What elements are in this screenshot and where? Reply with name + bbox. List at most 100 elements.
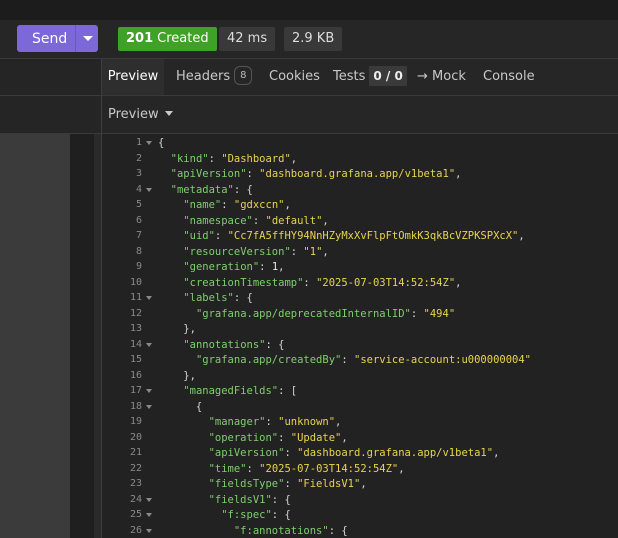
json-string: "dashboard.grafana.app/v1beta1" bbox=[297, 447, 494, 459]
code-line: 1{ bbox=[102, 137, 618, 153]
preview-mode-dropdown[interactable]: Preview bbox=[108, 96, 173, 133]
json-key: "grafana.app/deprecatedInternalID" bbox=[195, 307, 411, 320]
response-tabs: Preview Headers 8 Cookies Tests 0 / 0 → Mo… bbox=[102, 59, 618, 96]
fold-chevron-icon[interactable] bbox=[146, 528, 152, 533]
json-punctuation: : { bbox=[233, 183, 253, 196]
json-punctuation: : bbox=[259, 261, 272, 273]
code-text: "annotations": { bbox=[158, 339, 284, 351]
json-punctuation bbox=[158, 215, 183, 227]
line-number: 10 bbox=[129, 276, 142, 288]
tab-preview[interactable]: Preview bbox=[102, 59, 164, 95]
fold-chevron-icon[interactable] bbox=[146, 389, 152, 393]
json-punctuation bbox=[158, 509, 221, 521]
code-text: "managedFields": [ bbox=[158, 385, 297, 397]
json-string: "2025-07-03T14:52:54Z" bbox=[259, 462, 399, 475]
json-punctuation bbox=[158, 525, 234, 537]
code-line: 23 "fieldsType": "FieldsV1", bbox=[102, 478, 618, 494]
code-line: 18 { bbox=[102, 401, 618, 417]
code-text: "namespace": "default", bbox=[158, 214, 329, 227]
json-punctuation: , bbox=[518, 230, 525, 242]
fold-chevron-icon[interactable] bbox=[146, 513, 152, 517]
status-text: Created bbox=[157, 31, 209, 46]
code-line: 5 "name": "gdxccn", bbox=[102, 199, 618, 215]
fold-chevron-icon[interactable] bbox=[146, 404, 152, 409]
json-punctuation bbox=[158, 339, 183, 351]
code-text: "f:annotations": { bbox=[158, 525, 348, 537]
tab-headers[interactable]: Headers 8 bbox=[176, 59, 253, 95]
status-code: 201 bbox=[126, 31, 154, 46]
json-punctuation bbox=[158, 261, 183, 273]
code-text: "metadata": { bbox=[158, 184, 253, 196]
code-line: 15 "grafana.app/createdBy": "service-acc… bbox=[102, 354, 618, 370]
code-line: 25 "f:spec": { bbox=[102, 509, 618, 525]
json-key: "apiVersion" bbox=[208, 447, 285, 459]
line-number: 19 bbox=[129, 416, 142, 427]
line-number: 21 bbox=[129, 447, 142, 458]
code-text: "time": "2025-07-03T14:52:54Z", bbox=[158, 463, 405, 475]
code-text: "apiVersion": "dashboard.grafana.app/v1b… bbox=[158, 168, 462, 180]
json-punctuation bbox=[158, 153, 171, 165]
code-text: "resourceVersion": "1", bbox=[158, 245, 329, 258]
code-line: 26 "f:annotations": { bbox=[102, 525, 618, 538]
json-punctuation bbox=[158, 385, 183, 397]
json-punctuation bbox=[158, 432, 209, 444]
code-line: 3 "apiVersion": "dashboard.grafana.app/v… bbox=[102, 168, 618, 184]
line-number: 7 bbox=[135, 230, 142, 241]
window-top-strip bbox=[0, 0, 618, 21]
code-text: "operation": "Update", bbox=[158, 432, 348, 444]
json-punctuation: , bbox=[455, 276, 462, 289]
response-size-badge: 2.9 KB bbox=[284, 27, 343, 51]
line-number: 13 bbox=[129, 323, 142, 334]
tab-console[interactable]: Console bbox=[483, 59, 535, 95]
json-punctuation: , bbox=[335, 416, 342, 428]
json-key: "time" bbox=[208, 462, 247, 475]
json-punctuation bbox=[158, 447, 209, 459]
chevron-down-icon bbox=[164, 111, 173, 116]
line-number: 8 bbox=[135, 245, 142, 257]
json-key: "creationTimestamp" bbox=[183, 276, 304, 289]
response-json-viewer[interactable]: 1{2 "kind": "Dashboard", 3 "apiVersion": … bbox=[102, 134, 618, 538]
code-line: 8 "resourceVersion": "1", bbox=[102, 246, 618, 262]
tab-cookies[interactable]: Cookies bbox=[269, 59, 320, 95]
code-text: "kind": "Dashboard", bbox=[158, 153, 297, 165]
line-number: 25 bbox=[129, 509, 142, 520]
json-punctuation: , bbox=[322, 214, 329, 227]
fold-chevron-icon[interactable] bbox=[146, 296, 152, 300]
json-string: "Dashboard" bbox=[221, 152, 291, 165]
fold-chevron-icon[interactable] bbox=[146, 342, 152, 347]
tab-mock[interactable]: → Mock bbox=[417, 59, 466, 95]
line-number: 16 bbox=[129, 369, 142, 381]
line-number: 20 bbox=[129, 431, 142, 443]
json-punctuation: : bbox=[246, 462, 260, 475]
json-punctuation: : bbox=[410, 307, 424, 320]
request-scrollbar[interactable] bbox=[94, 134, 101, 538]
response-time-badge: 42 ms bbox=[219, 27, 276, 51]
code-line: 14 "annotations": { bbox=[102, 339, 618, 355]
send-button[interactable]: Send bbox=[17, 25, 98, 52]
json-punctuation: : { bbox=[271, 509, 291, 521]
code-text: }, bbox=[158, 323, 196, 335]
json-key: "fieldsType" bbox=[208, 478, 285, 490]
line-number: 1 bbox=[135, 137, 142, 148]
json-punctuation: , bbox=[322, 245, 329, 258]
json-punctuation: : bbox=[278, 431, 291, 444]
request-bar: Send 201 Created 42 ms 2.9 KB bbox=[0, 20, 618, 59]
line-number: 5 bbox=[135, 199, 142, 210]
request-editor-area[interactable] bbox=[0, 134, 70, 538]
fold-chevron-icon[interactable] bbox=[146, 187, 152, 192]
json-punctuation: : [ bbox=[278, 385, 298, 397]
json-punctuation: , bbox=[493, 447, 500, 459]
fold-chevron-icon[interactable] bbox=[146, 141, 152, 145]
fold-chevron-icon[interactable] bbox=[146, 497, 152, 502]
json-punctuation: : { bbox=[265, 338, 285, 351]
code-text: "f:spec": { bbox=[158, 509, 291, 521]
tab-tests[interactable]: Tests 0 / 0 bbox=[333, 59, 407, 95]
json-punctuation: : bbox=[246, 168, 260, 180]
json-punctuation: , bbox=[284, 199, 291, 211]
code-line: 7 "uid": "Cc7fA5ffHY94NnHZyMxXvFlpFtOmkK… bbox=[102, 230, 618, 246]
code-line: 17 "managedFields": [ bbox=[102, 385, 618, 401]
chevron-down-icon[interactable] bbox=[83, 36, 93, 41]
code-line: 9 "generation": 1, bbox=[102, 261, 618, 277]
line-number: 12 bbox=[129, 307, 142, 319]
code-line: 6 "namespace": "default", bbox=[102, 215, 618, 231]
